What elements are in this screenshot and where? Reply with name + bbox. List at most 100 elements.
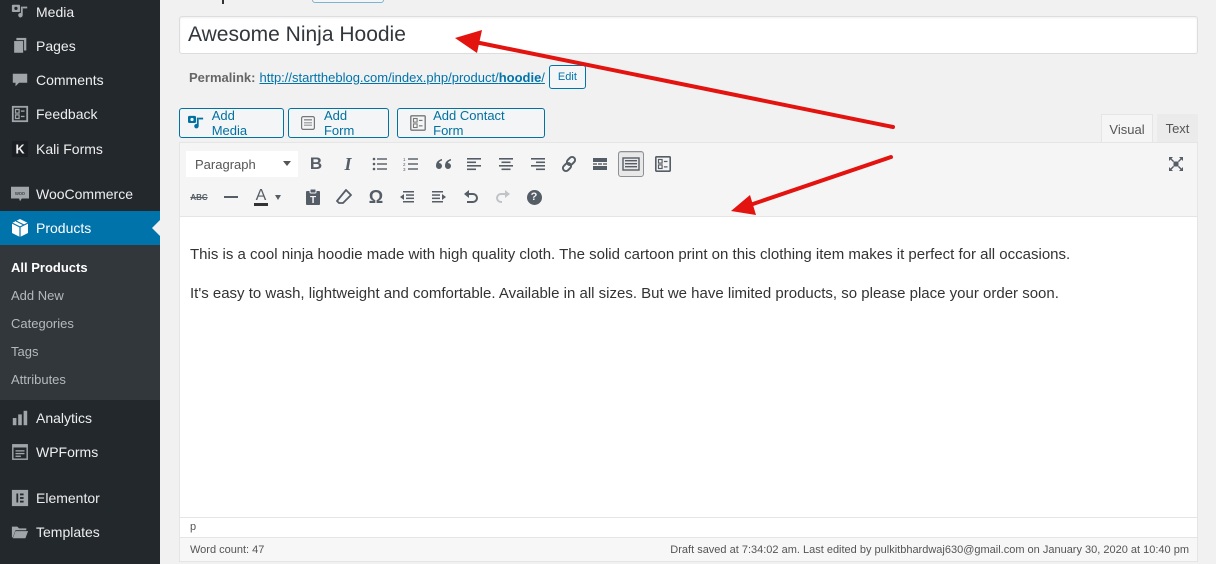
media-icon <box>186 114 206 132</box>
sidebar-item-templates[interactable]: Templates <box>0 515 160 549</box>
blockquote-button[interactable] <box>430 151 456 177</box>
submenu-tags[interactable]: Tags <box>11 344 38 359</box>
sidebar-item-label: Analytics <box>36 410 93 426</box>
svg-text:woo: woo <box>14 191 25 197</box>
add-new-button-cutoff[interactable] <box>312 0 384 3</box>
link-icon <box>561 155 577 173</box>
permalink-trail: / <box>541 69 545 85</box>
add-contact-form-button[interactable]: Add Contact Form <box>397 108 545 138</box>
italic-button[interactable]: I <box>335 151 361 177</box>
bullet-list-icon <box>372 157 387 171</box>
feedback-icon <box>0 105 36 123</box>
undo-icon <box>464 190 478 203</box>
align-right-button[interactable] <box>525 151 551 177</box>
text-color-dropdown[interactable] <box>272 184 284 210</box>
clear-formatting-button[interactable] <box>331 184 357 210</box>
wpforms-icon <box>0 443 36 461</box>
format-select[interactable]: Paragraph <box>186 151 298 177</box>
sidebar-item-label: Comments <box>36 72 104 88</box>
sidebar-item-wpforms[interactable]: WPForms <box>0 435 160 469</box>
form-icon <box>299 114 318 132</box>
submenu-attributes[interactable]: Attributes <box>11 372 66 387</box>
redo-icon <box>496 190 510 203</box>
sidebar-item-woocommerce[interactable]: woo WooCommerce <box>0 177 160 211</box>
elementor-icon <box>0 489 36 507</box>
sidebar-item-products[interactable]: Products <box>0 211 160 245</box>
sidebar-item-label: Media <box>36 4 75 20</box>
sidebar-item-comments[interactable]: Comments <box>0 63 160 97</box>
submenu-add-new[interactable]: Add New <box>11 288 64 303</box>
products-submenu: All Products Add New Categories Tags Att… <box>0 245 160 400</box>
editor-content[interactable]: This is a cool ninja hoodie made with hi… <box>190 243 1180 321</box>
admin-sidebar: Media Pages Comments Feedback K Kali For… <box>0 0 160 564</box>
tab-visual[interactable]: Visual <box>1101 114 1153 143</box>
numbered-list-icon: 123 <box>403 157 418 171</box>
add-contact-form-label: Add Contact Form <box>433 108 505 138</box>
align-left-icon <box>467 158 481 171</box>
submenu-all-products[interactable]: All Products <box>11 260 88 275</box>
align-center-icon <box>499 158 513 171</box>
indent-button[interactable] <box>426 184 452 210</box>
insert-form-button[interactable] <box>650 151 676 177</box>
add-form-label: Add Form <box>323 108 355 138</box>
sidebar-item-label: Feedback <box>36 106 98 122</box>
eraser-icon <box>336 189 352 204</box>
content-paragraph: It's easy to wash, lightweight and comfo… <box>190 285 1059 302</box>
align-right-icon <box>531 158 545 171</box>
page-heading-cutoff <box>222 0 228 4</box>
word-count: Word count: 47 <box>190 543 265 556</box>
submenu-categories[interactable]: Categories <box>11 316 74 331</box>
add-media-button[interactable]: Add Media <box>179 108 284 138</box>
path-element[interactable]: p <box>190 521 196 533</box>
title-field-wrap <box>179 16 1198 54</box>
sidebar-item-analytics[interactable]: Analytics <box>0 401 160 435</box>
sidebar-item-feedback[interactable]: Feedback <box>0 97 160 131</box>
last-edit-info: Draft saved at 7:34:02 am. Last edited b… <box>670 543 1189 556</box>
undo-button[interactable] <box>458 184 484 210</box>
read-more-button[interactable] <box>587 151 613 177</box>
paste-as-text-button[interactable]: T <box>300 184 326 210</box>
edit-permalink-button[interactable]: Edit <box>548 65 586 89</box>
horizontal-line-button[interactable] <box>218 184 244 210</box>
sidebar-item-pages[interactable]: Pages <box>0 29 160 63</box>
redo-button[interactable] <box>490 184 516 210</box>
help-icon: ? <box>526 189 542 205</box>
format-select-value: Paragraph <box>195 156 256 172</box>
outdent-icon <box>400 191 414 203</box>
outdent-button[interactable] <box>394 184 420 210</box>
bar-chart-icon <box>0 409 36 427</box>
numbered-list-button[interactable]: 123 <box>398 151 424 177</box>
distraction-free-button[interactable] <box>1163 151 1189 177</box>
tab-text[interactable]: Text <box>1157 114 1198 143</box>
chevron-down-icon <box>283 161 291 166</box>
sidebar-item-label: Templates <box>36 524 100 540</box>
bold-button[interactable]: B <box>303 151 329 177</box>
align-left-button[interactable] <box>461 151 487 177</box>
keyboard-shortcuts-button[interactable]: ? <box>521 184 547 210</box>
strikethrough-icon: ABC <box>190 192 208 202</box>
align-center-button[interactable] <box>493 151 519 177</box>
bold-icon: B <box>309 154 323 173</box>
woocommerce-icon: woo <box>0 185 36 203</box>
indent-icon <box>432 191 446 203</box>
content-editor: Paragraph B I 123 ABC A T Ω ? This is a … <box>179 142 1198 562</box>
permalink-link[interactable]: http://starttheblog.com/index.php/produc… <box>259 70 544 85</box>
element-path: p <box>180 517 1197 537</box>
insert-link-button[interactable] <box>556 151 582 177</box>
sidebar-item-kali-forms[interactable]: K Kali Forms <box>0 132 160 166</box>
bullet-list-button[interactable] <box>367 151 393 177</box>
special-character-button[interactable]: Ω <box>363 184 389 210</box>
post-title-input[interactable] <box>180 17 1197 53</box>
folder-icon <box>0 523 36 541</box>
horizontal-line-icon <box>224 196 238 198</box>
sidebar-item-media[interactable]: Media <box>0 0 160 29</box>
pages-icon <box>0 37 36 55</box>
text-color-button[interactable]: A <box>250 184 272 210</box>
add-form-button[interactable]: Add Form <box>288 108 389 138</box>
toolbar-toggle-button[interactable] <box>618 151 644 177</box>
contact-form-icon <box>654 155 672 173</box>
strikethrough-button[interactable]: ABC <box>186 184 212 210</box>
sidebar-item-elementor[interactable]: Elementor <box>0 481 160 515</box>
products-box-icon <box>0 218 36 238</box>
editor-status-bar: Word count: 47 Draft saved at 7:34:02 am… <box>180 537 1197 561</box>
